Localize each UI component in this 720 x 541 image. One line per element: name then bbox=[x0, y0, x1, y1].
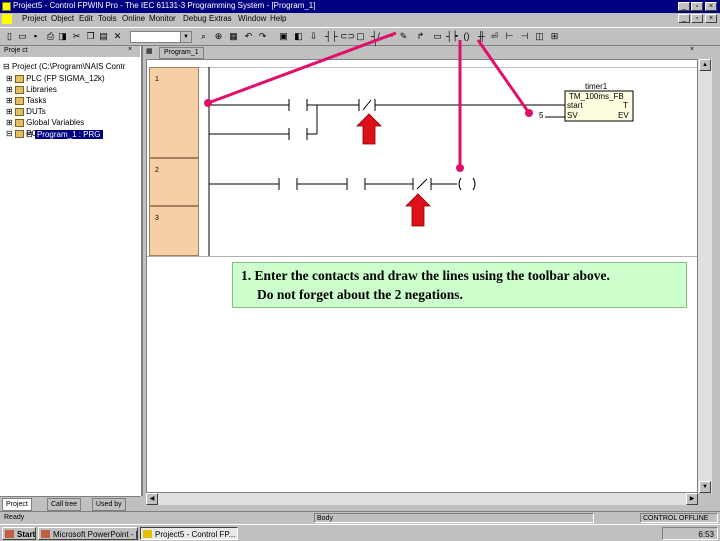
task-fpwin[interactable]: Project5 - Control FP... bbox=[140, 527, 238, 540]
taskbar: Start Microsoft PowerPoint - [Ha... Proj… bbox=[0, 524, 720, 541]
fpwin-icon bbox=[143, 530, 152, 538]
start-button[interactable]: Start bbox=[2, 527, 36, 540]
windows-icon bbox=[5, 530, 14, 538]
annotation-dot bbox=[456, 164, 464, 172]
annotation-overlay bbox=[204, 31, 533, 227]
status-mid: Body bbox=[314, 513, 594, 523]
annotation-dot bbox=[204, 99, 212, 107]
status-left: Ready bbox=[4, 514, 25, 521]
powerpoint-icon bbox=[41, 530, 50, 538]
status-right: CONTROL OFFLINE bbox=[640, 513, 718, 523]
annotation-dot bbox=[525, 109, 533, 117]
up-arrow-marker bbox=[356, 113, 382, 145]
tray-clock: 6:53 bbox=[662, 527, 718, 540]
annotation-arrow bbox=[207, 31, 397, 105]
annotation-arrow bbox=[476, 39, 531, 114]
up-arrow-marker bbox=[405, 193, 431, 227]
status-bar: Ready Body CONTROL OFFLINE bbox=[0, 511, 720, 525]
task-powerpoint[interactable]: Microsoft PowerPoint - [Ha... bbox=[38, 527, 138, 540]
